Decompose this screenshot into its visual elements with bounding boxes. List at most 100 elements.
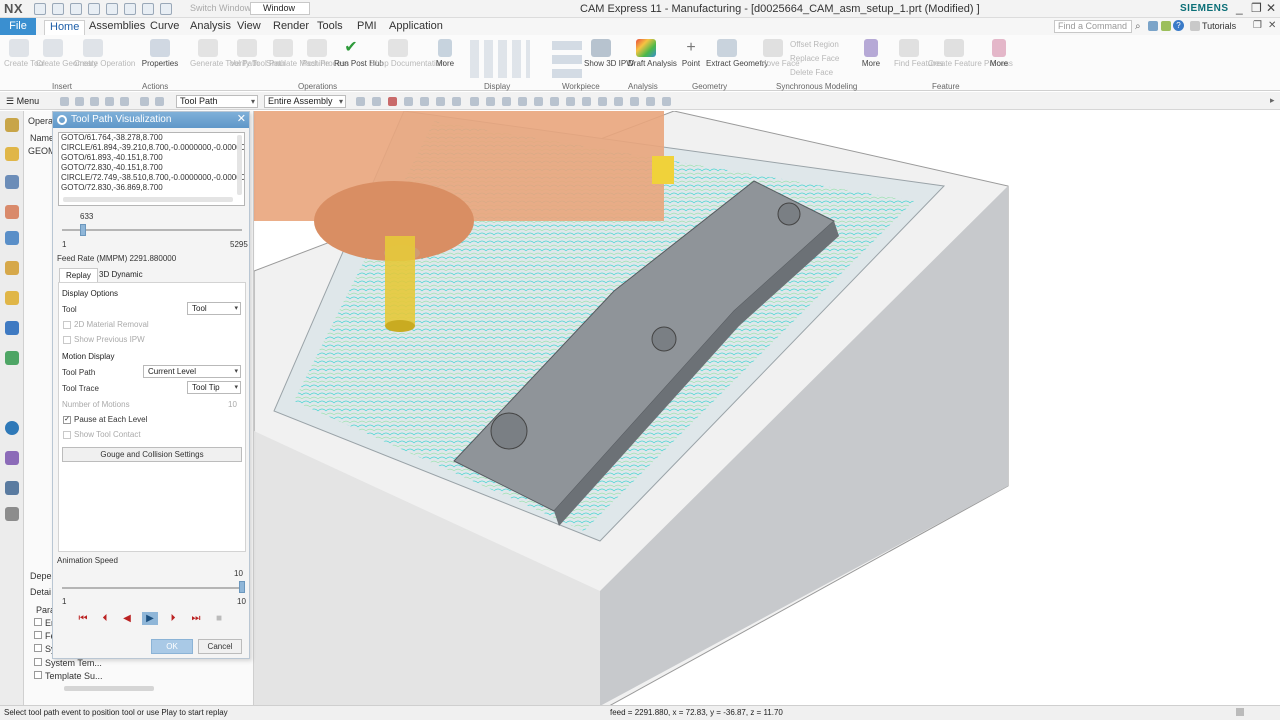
menu-button[interactable]: ☰ Menu — [6, 96, 39, 107]
show-3d-ipw-button[interactable]: Show 3D IPW — [584, 39, 634, 68]
step-forward-button[interactable]: ⏵ — [165, 612, 181, 625]
customize-icon[interactable] — [1161, 21, 1171, 31]
tab-home[interactable]: Home — [44, 20, 86, 35]
type-filter-select[interactable]: Tool Path — [176, 95, 258, 108]
roles-icon[interactable] — [5, 507, 19, 521]
close-icon[interactable]: ✕ — [237, 112, 246, 125]
touch-mode-icon[interactable] — [160, 3, 172, 15]
render-style-icon[interactable] — [662, 97, 671, 106]
horizontal-scrollbar[interactable] — [63, 197, 233, 202]
snap-icon[interactable] — [436, 97, 445, 106]
copy-icon[interactable] — [106, 3, 118, 15]
web-browser-icon[interactable] — [5, 321, 19, 335]
history-icon[interactable] — [5, 351, 19, 365]
filter-icon[interactable] — [60, 97, 69, 106]
workpiece-small-icons[interactable] — [552, 40, 582, 78]
create-feature-process-button[interactable]: Create Feature Process — [928, 39, 1013, 68]
help-icon[interactable]: ? — [1173, 20, 1184, 31]
machine-navigator-icon[interactable] — [5, 231, 19, 245]
list-item[interactable]: CIRCLE/61.894,-39.210,8.700,-0.0000000,-… — [59, 143, 244, 153]
delete-face-button[interactable]: Delete Face — [790, 68, 833, 77]
show-tool-contact-checkbox[interactable] — [63, 431, 71, 439]
fast-forward-to-end-button[interactable]: ⏭ — [188, 612, 204, 625]
number-of-motions-value[interactable]: 10 — [228, 400, 237, 409]
cancel-button[interactable]: Cancel — [198, 639, 242, 654]
verify-tool-path-button[interactable]: Verify Tool Path — [230, 39, 285, 68]
filter-icon[interactable] — [90, 97, 99, 106]
ribbon-close-icon[interactable]: ✕ — [1268, 20, 1276, 31]
pause-each-level-checkbox[interactable]: ✓ — [63, 416, 71, 424]
view-icon[interactable] — [550, 97, 559, 106]
point-button[interactable]: + Point — [678, 39, 704, 68]
run-post-hub-button[interactable]: ✔ Run Post Hub — [334, 39, 384, 68]
rewind-to-start-button[interactable]: ⏮ — [75, 612, 91, 625]
tab-file[interactable]: File — [0, 18, 36, 35]
scope-filter-select[interactable]: Entire Assembly — [264, 95, 346, 108]
process-studio-icon[interactable] — [5, 481, 19, 495]
tab-application[interactable]: Application — [384, 20, 448, 35]
offset-region-button[interactable]: Offset Region — [790, 40, 839, 49]
create-tool-button[interactable]: Create Tool — [4, 39, 45, 68]
find-features-button[interactable]: Find Features — [894, 39, 943, 68]
window-menu[interactable]: Window — [250, 2, 310, 15]
move-face-button[interactable]: Move Face — [760, 39, 800, 68]
list-item[interactable]: Template Su... — [34, 671, 103, 681]
close-icon[interactable]: ✕ — [1266, 1, 1276, 15]
cut-icon[interactable] — [88, 3, 100, 15]
play-backward-button[interactable]: ◀ — [119, 612, 135, 625]
post-process-button[interactable]: Post Process — [302, 39, 349, 68]
restore-icon[interactable]: ❐ — [1251, 1, 1262, 15]
view-icon[interactable] — [534, 97, 543, 106]
play-forward-button[interactable]: ▶ — [142, 612, 158, 625]
ribbon-restore-icon[interactable]: ❐ — [1253, 20, 1262, 31]
filter-icon[interactable] — [105, 97, 114, 106]
filter-icon[interactable] — [75, 97, 84, 106]
view-icon[interactable] — [518, 97, 527, 106]
generate-tool-path-button[interactable]: Generate Tool Path — [190, 39, 259, 68]
more-sync-button[interactable]: More — [860, 39, 882, 68]
material-removal-checkbox[interactable] — [63, 321, 71, 329]
list-item[interactable]: GOTO/61.764,-38.278,8.700 — [59, 133, 244, 143]
ok-button[interactable]: OK — [151, 639, 193, 654]
view-icon[interactable] — [566, 97, 575, 106]
constraint-navigator-icon[interactable] — [5, 205, 19, 219]
position-slider-thumb[interactable] — [80, 224, 87, 236]
list-item[interactable]: GOTO/72.830,-40.151,8.700 — [59, 163, 244, 173]
snap-icon[interactable] — [420, 97, 429, 106]
list-item[interactable]: System Tem... — [34, 658, 102, 668]
assembly-navigator-icon[interactable] — [5, 175, 19, 189]
tool-path-select[interactable]: Current Level — [143, 365, 241, 378]
tab-assemblies[interactable]: Assemblies — [84, 20, 150, 35]
more-operations-button[interactable]: More — [432, 39, 458, 68]
snap-icon[interactable] — [452, 97, 461, 106]
snap-icon[interactable] — [356, 97, 365, 106]
repeat-icon[interactable] — [142, 3, 154, 15]
tool-display-select[interactable]: Tool — [187, 302, 241, 315]
simulate-machine-button[interactable]: Simulate Machine — [266, 39, 330, 68]
list-item[interactable]: GOTO/61.893,-40.151,8.700 — [59, 153, 244, 163]
list-item[interactable]: CIRCLE/72.749,-38.510,8.700,-0.0000000,-… — [59, 173, 244, 183]
tab-render[interactable]: Render — [268, 20, 314, 35]
snap-icon[interactable] — [388, 97, 397, 106]
list-item[interactable]: Er — [34, 618, 54, 628]
undo-icon[interactable] — [52, 3, 64, 15]
toolbar-overflow-icon[interactable]: ▸ — [1270, 95, 1275, 106]
snap-icon[interactable] — [372, 97, 381, 106]
view-icon[interactable] — [502, 97, 511, 106]
reuse-library-icon[interactable] — [5, 261, 19, 275]
render-style-icon[interactable] — [614, 97, 623, 106]
details-section[interactable]: Detai — [30, 587, 51, 597]
search-icon[interactable]: ⌕ — [1135, 21, 1141, 32]
part-navigator-icon[interactable] — [5, 118, 19, 132]
create-operation-button[interactable]: Create Operation — [74, 39, 135, 68]
vertical-scrollbar[interactable] — [237, 135, 242, 195]
system-materials-icon[interactable] — [5, 451, 19, 465]
tool-path-list[interactable]: GOTO/61.764,-38.278,8.700 CIRCLE/61.894,… — [58, 132, 245, 206]
tab-tools[interactable]: Tools — [312, 20, 348, 35]
tutorials-link[interactable]: Tutorials — [1202, 21, 1236, 31]
name-column-header[interactable]: Name — [30, 133, 54, 143]
replace-face-button[interactable]: Replace Face — [790, 54, 839, 63]
dependencies-section[interactable]: Depe — [30, 571, 52, 581]
animation-speed-slider[interactable] — [62, 587, 242, 589]
clock-icon[interactable] — [5, 421, 19, 435]
